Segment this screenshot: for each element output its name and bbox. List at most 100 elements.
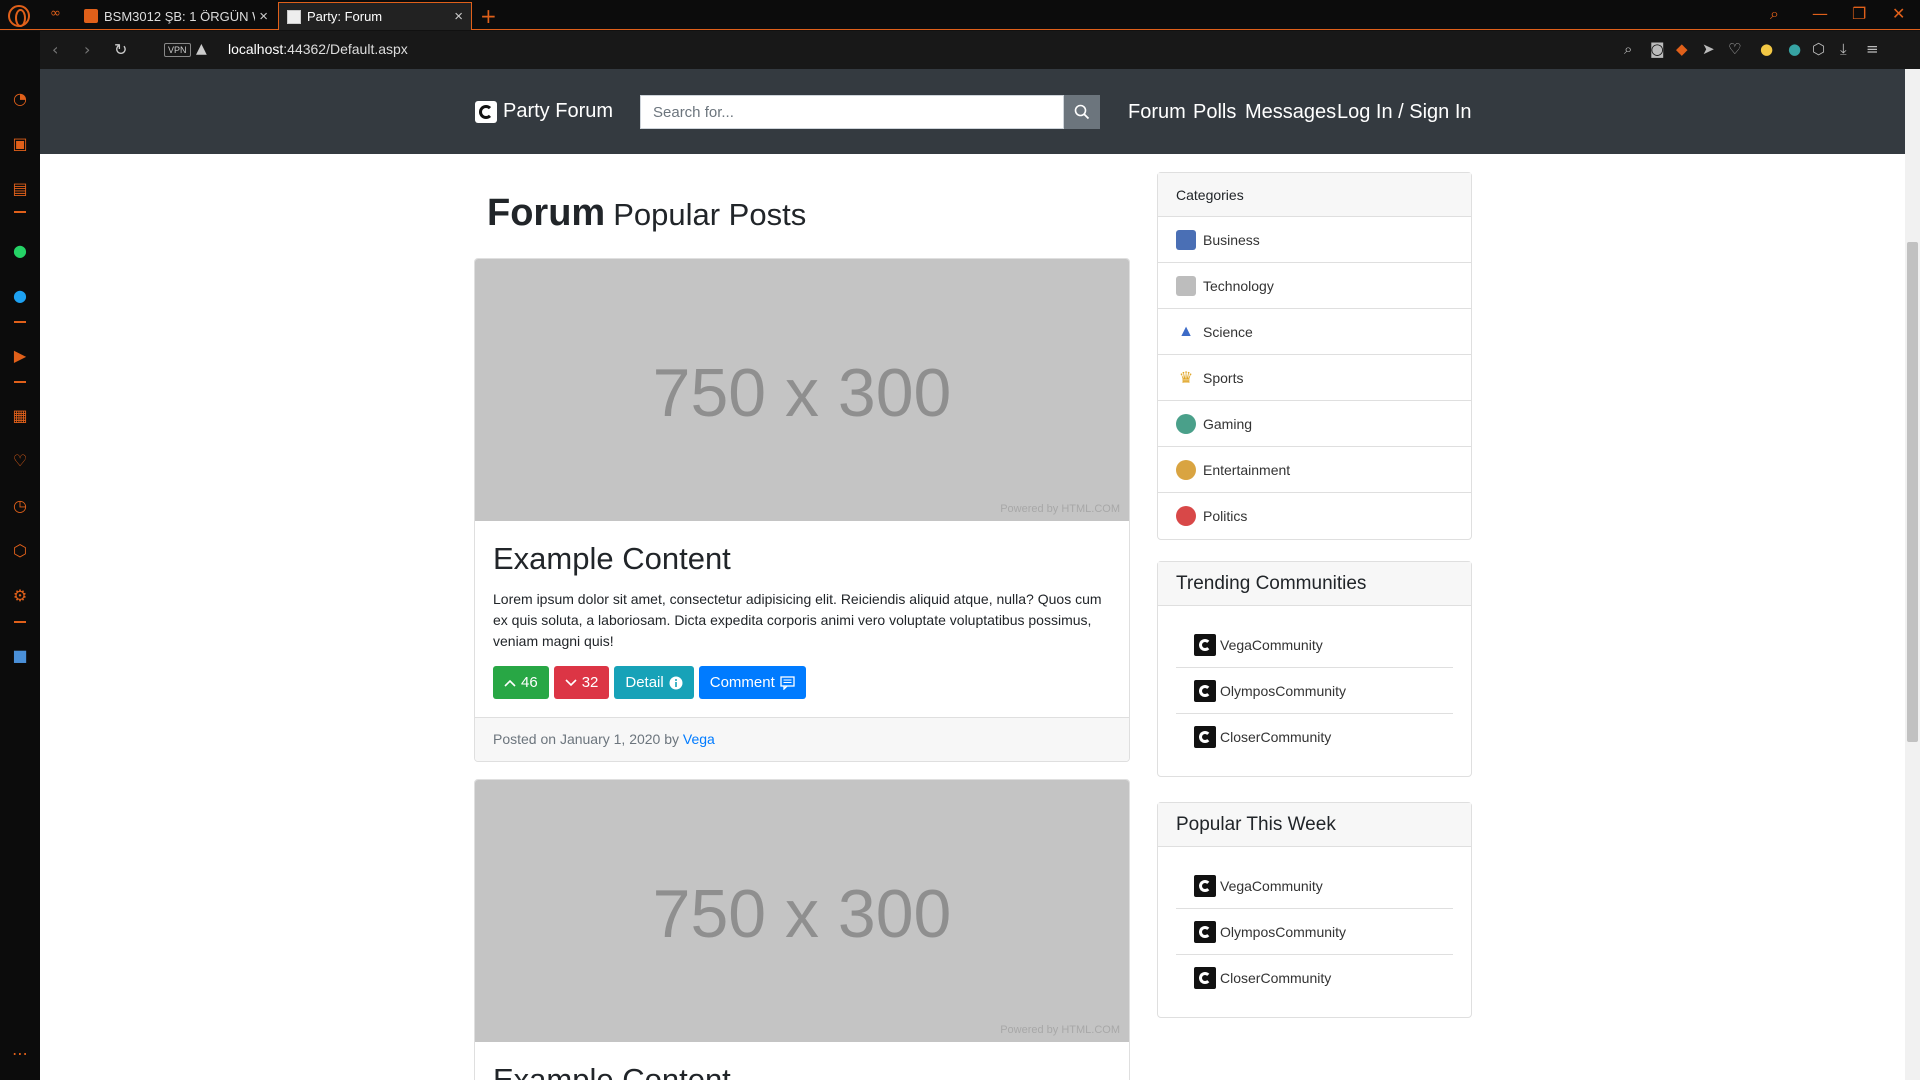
community-name: VegaCommunity: [1220, 636, 1323, 653]
url-host: localhost: [228, 41, 284, 57]
extension-badge-icon[interactable]: ●: [1788, 40, 1801, 58]
detail-button[interactable]: Detail: [614, 666, 694, 699]
url-field[interactable]: localhost:44362/Default.aspx: [228, 41, 408, 57]
post-title: Example Content: [493, 541, 731, 576]
forward-icon[interactable]: ›: [84, 40, 90, 59]
popular-week-header: Popular This Week: [1158, 803, 1471, 847]
tab-title: Party: Forum: [307, 9, 383, 24]
cube-icon[interactable]: ⬡: [1812, 40, 1825, 58]
bag-icon[interactable]: ▣: [10, 134, 30, 154]
nav-link-forum[interactable]: Forum: [1128, 101, 1186, 124]
tab-close-icon[interactable]: ×: [454, 8, 463, 25]
twitch-icon[interactable]: ▤: [10, 179, 30, 199]
category-politics[interactable]: Politics: [1158, 493, 1471, 539]
search-tabs-icon[interactable]: ⌕: [1770, 4, 1779, 24]
search-input[interactable]: [640, 95, 1064, 129]
whatsapp-icon[interactable]: ●: [10, 241, 30, 261]
menu-icon[interactable]: ≡: [1866, 40, 1879, 58]
scrollbar-thumb[interactable]: [1907, 242, 1918, 742]
megaphone-icon: [1176, 506, 1196, 526]
community-item[interactable]: CloserCommunity: [1176, 955, 1453, 1001]
tab-close-icon[interactable]: ×: [259, 8, 268, 25]
upvote-button[interactable]: 46: [493, 666, 549, 699]
web-viewport: Party Forum Forum Polls Messages Log In …: [40, 69, 1920, 1080]
community-name: CloserCommunity: [1220, 729, 1332, 745]
post-actions: 46 32 Detail Comment: [493, 666, 1111, 699]
workspaces-icon[interactable]: ▦: [10, 406, 30, 426]
player-icon[interactable]: ▶: [10, 346, 30, 366]
restore-icon[interactable]: ❐: [1852, 4, 1866, 23]
site-brand[interactable]: Party Forum: [475, 100, 613, 123]
community-name: OlymposCommunity: [1220, 682, 1347, 699]
heart-icon[interactable]: ♡: [1728, 40, 1741, 58]
community-item[interactable]: CloserCommunity: [1176, 714, 1453, 760]
close-window-icon[interactable]: ✕: [1892, 4, 1905, 23]
new-tab-icon[interactable]: +: [480, 4, 497, 28]
opera-logo-icon[interactable]: [8, 5, 30, 27]
trophy-icon: ♛: [1178, 369, 1194, 387]
warning-icon[interactable]: ▲: [196, 41, 207, 57]
adblock-icon[interactable]: ◆: [1676, 40, 1688, 58]
bookmarks-heart-icon[interactable]: ♡: [10, 451, 30, 471]
nav-link-messages[interactable]: Messages: [1245, 101, 1336, 124]
community-logo-icon: [1194, 874, 1216, 897]
reload-icon[interactable]: ↻: [114, 40, 127, 59]
category-technology[interactable]: Technology: [1158, 263, 1471, 309]
category-entertainment[interactable]: Entertainment: [1158, 447, 1471, 493]
community-item[interactable]: VegaCommunity: [1176, 863, 1453, 909]
post-image[interactable]: 750 x 300 Powered by HTML.COM: [475, 780, 1129, 1042]
downvote-button[interactable]: 32: [553, 666, 610, 699]
tab-sync-icon[interactable]: ∞: [50, 6, 61, 21]
comment-label: Comment: [709, 674, 775, 691]
community-item[interactable]: OlymposCommunity: [1176, 668, 1453, 714]
page-title: Forum Popular Posts: [487, 192, 806, 235]
download-icon[interactable]: ⤓: [1840, 40, 1847, 58]
page-scrollbar[interactable]: [1905, 69, 1920, 1080]
browser-sidebar: ◔ ▣ ▤ ● ● ▶ ▦ ♡ ◷ ⬡ ⚙ ■ ⋯: [0, 31, 40, 1080]
twitter-icon[interactable]: ●: [10, 286, 30, 306]
category-gaming[interactable]: Gaming: [1158, 401, 1471, 447]
community-logo-icon: [1194, 726, 1216, 748]
page-title-main: Forum: [487, 192, 606, 234]
image-placeholder-text: 750 x 300: [652, 876, 952, 952]
category-label: Science: [1203, 323, 1253, 340]
speed-dial-icon[interactable]: ◔: [10, 89, 30, 109]
vpn-badge[interactable]: VPN: [164, 43, 191, 57]
nav-link-login[interactable]: Log In / Sign In: [1337, 101, 1472, 124]
python-extension-icon[interactable]: ●: [1760, 40, 1773, 58]
post-body: Example Content: [475, 1042, 1129, 1080]
history-icon[interactable]: ◷: [10, 496, 30, 516]
community-item[interactable]: OlymposCommunity: [1176, 909, 1453, 955]
category-label: Politics: [1203, 508, 1248, 524]
tab-bsm3012[interactable]: BSM3012 ŞB: 1 ÖRGÜN We ×: [76, 2, 276, 30]
computer-icon: [1176, 275, 1196, 296]
trending-panel: Trending Communities VegaCommunity Olymp…: [1157, 561, 1472, 777]
categories-header: Categories: [1158, 173, 1471, 217]
tab-party-forum[interactable]: Party: Forum ×: [278, 2, 472, 30]
nav-link-polls[interactable]: Polls: [1193, 101, 1236, 124]
popular-week-list: VegaCommunity OlymposCommunity CloserCom…: [1158, 847, 1471, 1017]
community-name: VegaCommunity: [1220, 877, 1323, 894]
community-logo-icon: [1194, 679, 1216, 702]
settings-gear-icon[interactable]: ⚙: [10, 586, 30, 606]
downvote-count: 32: [581, 674, 599, 691]
post-author-link[interactable]: Vega: [683, 731, 715, 747]
extensions-icon[interactable]: ⬡: [10, 541, 30, 561]
community-item[interactable]: VegaCommunity: [1176, 622, 1453, 668]
send-icon[interactable]: ➤: [1702, 40, 1715, 58]
back-icon[interactable]: ‹: [52, 40, 58, 59]
community-name: OlymposCommunity: [1220, 923, 1347, 940]
category-business[interactable]: Business: [1158, 217, 1471, 263]
more-icon[interactable]: ⋯: [10, 1044, 30, 1064]
party-logo-icon: [475, 100, 497, 123]
category-science[interactable]: ▲ Science: [1158, 309, 1471, 355]
app-icon[interactable]: ■: [10, 646, 30, 666]
comment-button[interactable]: Comment: [698, 666, 806, 699]
category-sports[interactable]: ♛ Sports: [1158, 355, 1471, 401]
post-image[interactable]: 750 x 300 Powered by HTML.COM: [475, 259, 1129, 521]
snapshot-icon[interactable]: ◙: [1650, 40, 1665, 58]
search-page-icon[interactable]: ⌕: [1624, 40, 1632, 58]
search-button[interactable]: [1064, 95, 1100, 129]
chat-icon: [780, 675, 795, 690]
minimize-icon[interactable]: —: [1812, 4, 1828, 23]
